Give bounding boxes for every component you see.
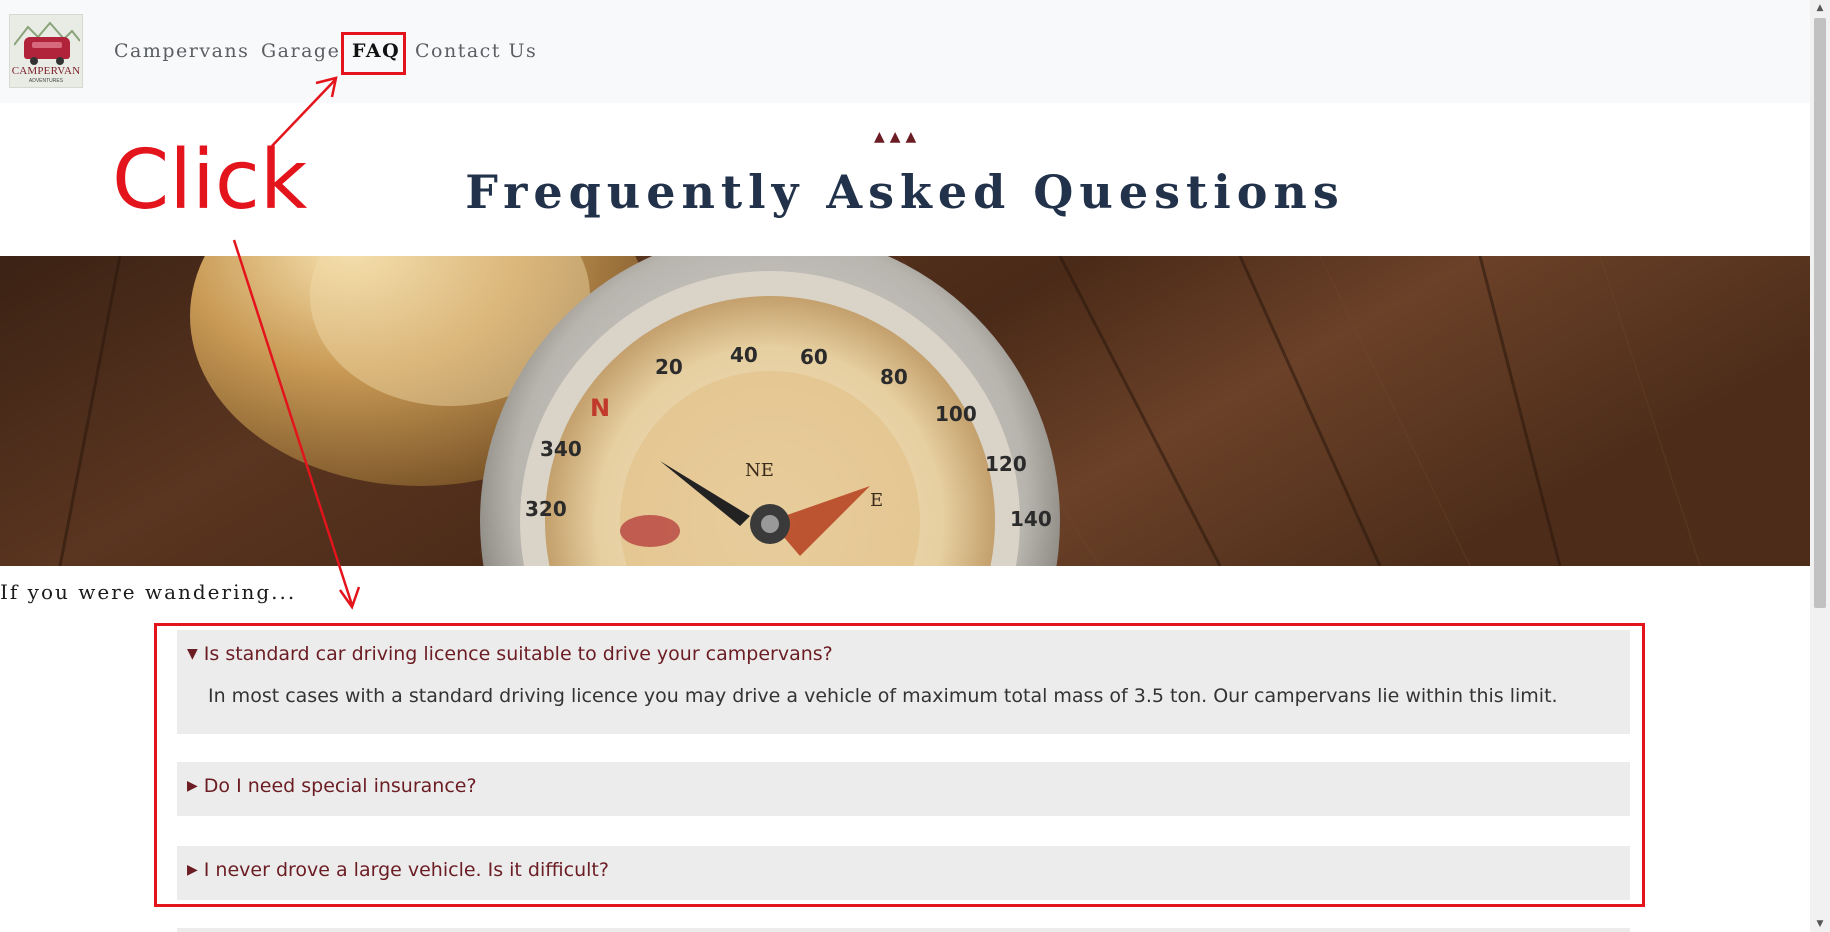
svg-text:E: E bbox=[870, 490, 883, 511]
svg-text:20: 20 bbox=[655, 355, 683, 379]
svg-text:60: 60 bbox=[800, 345, 828, 369]
svg-text:120: 120 bbox=[985, 452, 1027, 476]
section-divider: ▲▲▲ bbox=[874, 129, 922, 145]
faq-item-partial bbox=[177, 928, 1630, 932]
svg-text:140: 140 bbox=[1010, 507, 1052, 531]
svg-text:40: 40 bbox=[730, 343, 758, 367]
svg-text:NE: NE bbox=[745, 460, 774, 481]
nav-link-garage[interactable]: Garage bbox=[261, 40, 340, 62]
logo-text: CAMPERVAN bbox=[11, 65, 81, 77]
page-scrollbar[interactable]: ▲ ▼ bbox=[1810, 0, 1830, 932]
scroll-up-icon[interactable]: ▲ bbox=[1810, 0, 1830, 16]
nav-link-campervans[interactable]: Campervans bbox=[114, 40, 249, 62]
svg-text:80: 80 bbox=[880, 365, 908, 389]
svg-text:340: 340 bbox=[540, 437, 582, 461]
scrollbar-thumb[interactable] bbox=[1814, 18, 1826, 608]
brand-logo[interactable]: CAMPERVAN ADVENTURES bbox=[9, 14, 83, 88]
navbar: CAMPERVAN ADVENTURES Campervans Garage F… bbox=[0, 0, 1810, 103]
logo-subtext: ADVENTURES bbox=[28, 78, 64, 84]
compass-image: 20 40 60 80 100 120 140 340 320 N NE E bbox=[0, 256, 1810, 566]
nav-link-contact-us[interactable]: Contact Us bbox=[415, 40, 537, 62]
svg-text:320: 320 bbox=[525, 497, 567, 521]
annotation-click-label: Click bbox=[112, 133, 308, 228]
faq-intro-text: If you were wandering... bbox=[0, 580, 297, 604]
annotation-highlight-faq-link bbox=[341, 32, 406, 75]
scroll-down-icon[interactable]: ▼ bbox=[1810, 916, 1830, 932]
hero-image: 20 40 60 80 100 120 140 340 320 N NE E bbox=[0, 256, 1810, 566]
svg-text:100: 100 bbox=[935, 402, 977, 426]
campervan-icon bbox=[24, 37, 70, 59]
svg-text:N: N bbox=[590, 394, 610, 422]
annotation-highlight-faq-list bbox=[154, 623, 1645, 907]
